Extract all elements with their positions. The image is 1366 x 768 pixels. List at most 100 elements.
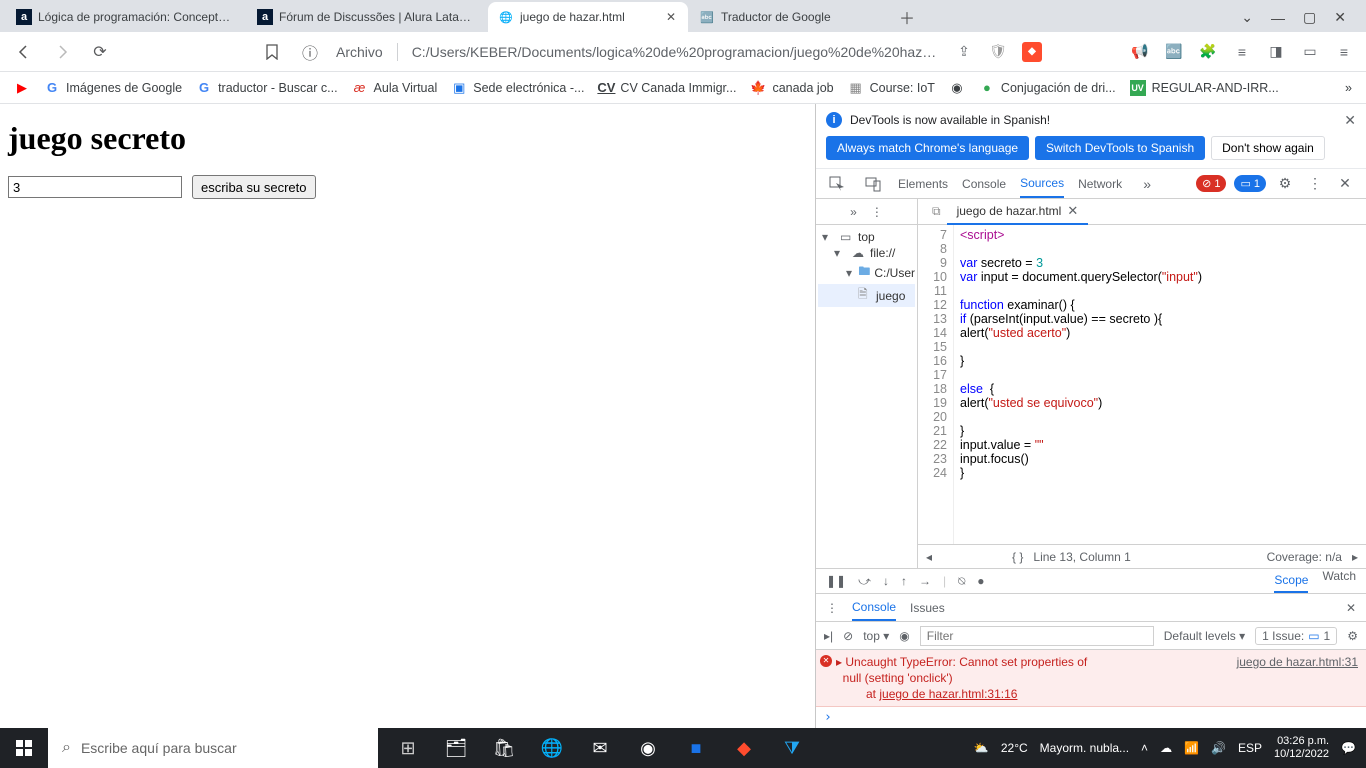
overflow-icon[interactable]: » xyxy=(850,205,857,219)
volume-icon[interactable]: 🔊 xyxy=(1211,741,1226,755)
new-tab-button[interactable]: ＋ xyxy=(896,6,918,28)
drawer-issues-tab[interactable]: Issues xyxy=(910,601,945,615)
tree-folder[interactable]: ▾🖿C:/User xyxy=(818,261,915,284)
bookmark-item[interactable]: GImágenes de Google xyxy=(44,80,182,96)
browser-tab[interactable]: 🔤 Traductor de Google xyxy=(689,2,889,32)
close-window-icon[interactable]: ✕ xyxy=(1334,9,1346,26)
translate-extension-icon[interactable]: 🔤 xyxy=(1164,42,1184,62)
mail-icon[interactable]: ✉ xyxy=(576,728,624,768)
nav-prev-icon[interactable]: ⧉ xyxy=(926,204,947,219)
clear-console-icon[interactable]: ⊘ xyxy=(843,629,853,643)
close-tab-icon[interactable]: ✕ xyxy=(666,10,678,24)
drawer-more-icon[interactable]: ⋮ xyxy=(826,601,838,615)
meet-icon[interactable]: ■ xyxy=(672,728,720,768)
tab-console[interactable]: Console xyxy=(962,177,1006,191)
drawer-console-tab[interactable]: Console xyxy=(852,600,896,621)
issue-badge[interactable]: ▭ 1 xyxy=(1234,175,1266,192)
scroll-right-icon[interactable]: ▸ xyxy=(1352,550,1358,564)
step-over-icon[interactable]: ⤻ xyxy=(858,574,871,589)
taskbar-search[interactable]: ⌕ Escribe aquí para buscar xyxy=(48,728,378,768)
tab-elements[interactable]: Elements xyxy=(898,177,948,191)
reading-list-icon[interactable]: ≡ xyxy=(1232,42,1252,62)
onedrive-icon[interactable]: ☁ xyxy=(1160,741,1172,755)
shield-icon[interactable]: 🛡 xyxy=(988,42,1008,62)
live-expression-icon[interactable]: ◉ xyxy=(899,629,909,643)
console-issues-button[interactable]: 1 Issue: ▭1 xyxy=(1255,627,1337,645)
scroll-left-icon[interactable]: ◂ xyxy=(926,550,932,564)
extension-icon[interactable]: 📢 xyxy=(1130,42,1150,62)
tray-chevron-icon[interactable]: ˄ xyxy=(1141,741,1148,755)
chevron-down-icon[interactable]: ⌄ xyxy=(1241,9,1253,26)
forward-icon[interactable] xyxy=(50,40,74,64)
chrome-icon[interactable]: ◉ xyxy=(624,728,672,768)
more-vertical-icon[interactable]: ⋮ xyxy=(871,205,883,219)
browser-tab[interactable]: a Lógica de programación: Conceptos p xyxy=(6,2,246,32)
file-info-icon[interactable]: ⓘ xyxy=(298,40,322,64)
bookmark-item[interactable]: ●Conjugación de dri... xyxy=(979,80,1116,96)
tree-file-scheme[interactable]: ▾☁file:// xyxy=(818,245,915,261)
code-editor[interactable]: 7 8 9 10 11 12 13 14 15 16 17 18 19 20 2… xyxy=(918,225,1366,544)
bookmark-item[interactable]: ▦Course: IoT xyxy=(848,80,935,96)
switch-language-button[interactable]: Switch DevTools to Spanish xyxy=(1035,136,1205,160)
stack-link[interactable]: juego de hazar.html:31:16 xyxy=(879,687,1017,701)
brave-icon[interactable]: ◆ xyxy=(720,728,768,768)
bookmark-item[interactable]: Gtraductor - Buscar c... xyxy=(196,80,337,96)
wallet-icon[interactable]: ▭ xyxy=(1300,42,1320,62)
drawer-close-icon[interactable]: ✕ xyxy=(1346,601,1356,615)
console-settings-icon[interactable]: ⚙ xyxy=(1347,629,1358,643)
breakpoint-icon[interactable]: ● xyxy=(977,574,984,588)
tab-sources[interactable]: Sources xyxy=(1020,176,1064,198)
watch-tab[interactable]: Watch xyxy=(1322,569,1356,593)
tree-top[interactable]: ▾▭top xyxy=(818,229,915,245)
minimize-icon[interactable]: — xyxy=(1271,10,1285,26)
console-sidebar-icon[interactable]: ▸| xyxy=(824,629,833,643)
bookmark-item[interactable]: CVCV Canada Immigr... xyxy=(598,80,736,96)
brave-shields-icon[interactable]: ◆ xyxy=(1022,42,1042,62)
deactivate-breakpoints-icon[interactable]: ⍉ xyxy=(958,574,965,589)
more-tabs-icon[interactable]: » xyxy=(1136,173,1158,195)
share-icon[interactable]: ⇪ xyxy=(954,42,974,62)
weather-icon[interactable]: ⛅ xyxy=(974,741,989,755)
braces-icon[interactable]: { } xyxy=(1012,550,1023,564)
extensions-puzzle-icon[interactable]: 🧩 xyxy=(1198,42,1218,62)
banner-close-icon[interactable]: ✕ xyxy=(1344,112,1356,129)
bookmark-overflow-icon[interactable]: » xyxy=(1345,81,1352,95)
step-icon[interactable]: → xyxy=(919,574,931,588)
bookmark-item[interactable]: æAula Virtual xyxy=(352,80,438,96)
submit-button[interactable]: escriba su secreto xyxy=(192,175,316,199)
gear-icon[interactable]: ⚙ xyxy=(1274,173,1296,195)
devtools-close-icon[interactable]: ✕ xyxy=(1334,173,1356,195)
taskview-icon[interactable]: ⊞ xyxy=(384,728,432,768)
source-file-tab[interactable]: juego de hazar.html ✕ xyxy=(947,199,1089,225)
close-file-icon[interactable]: ✕ xyxy=(1067,203,1078,219)
console-filter-input[interactable] xyxy=(920,626,1154,646)
maximize-icon[interactable]: ▢ xyxy=(1303,9,1316,26)
browser-tab-active[interactable]: 🌐 juego de hazar.html ✕ xyxy=(488,2,688,32)
back-icon[interactable] xyxy=(12,40,36,64)
pause-icon[interactable]: ❚❚ xyxy=(826,574,846,588)
bookmark-outline-icon[interactable] xyxy=(260,40,284,64)
scope-tab[interactable]: Scope xyxy=(1274,573,1308,593)
bookmark-item[interactable]: ◉ xyxy=(949,80,965,96)
context-selector[interactable]: top ▾ xyxy=(863,629,889,643)
step-into-icon[interactable]: ↓ xyxy=(883,574,889,588)
dont-show-button[interactable]: Don't show again xyxy=(1211,136,1325,160)
language-indicator[interactable]: ESP xyxy=(1238,741,1262,755)
sidebar-icon[interactable]: ◨ xyxy=(1266,42,1286,62)
device-toggle-icon[interactable] xyxy=(862,173,884,195)
more-vertical-icon[interactable]: ⋮ xyxy=(1304,173,1326,195)
browser-tab[interactable]: a Fórum de Discussões | Alura Latam - C xyxy=(247,2,487,32)
clock[interactable]: 03:26 p.m. 10/12/2022 xyxy=(1274,735,1329,761)
console-error-row[interactable]: ✕ juego de hazar.html:31 ▸ Uncaught Type… xyxy=(816,650,1366,707)
notifications-icon[interactable]: 💬 xyxy=(1341,741,1356,755)
bookmark-item[interactable]: ▣Sede electrónica -... xyxy=(451,80,584,96)
reload-icon[interactable]: ⟳ xyxy=(88,40,112,64)
bookmark-item[interactable]: 🍁canada job xyxy=(750,80,833,96)
start-button[interactable] xyxy=(0,728,48,768)
wifi-icon[interactable]: 📶 xyxy=(1184,741,1199,755)
menu-icon[interactable]: ≡ xyxy=(1334,42,1354,62)
console-prompt[interactable]: › xyxy=(816,707,1366,728)
bookmark-item[interactable]: ▶ xyxy=(14,80,30,96)
log-levels-selector[interactable]: Default levels ▾ xyxy=(1164,629,1245,643)
inspect-element-icon[interactable] xyxy=(826,173,848,195)
